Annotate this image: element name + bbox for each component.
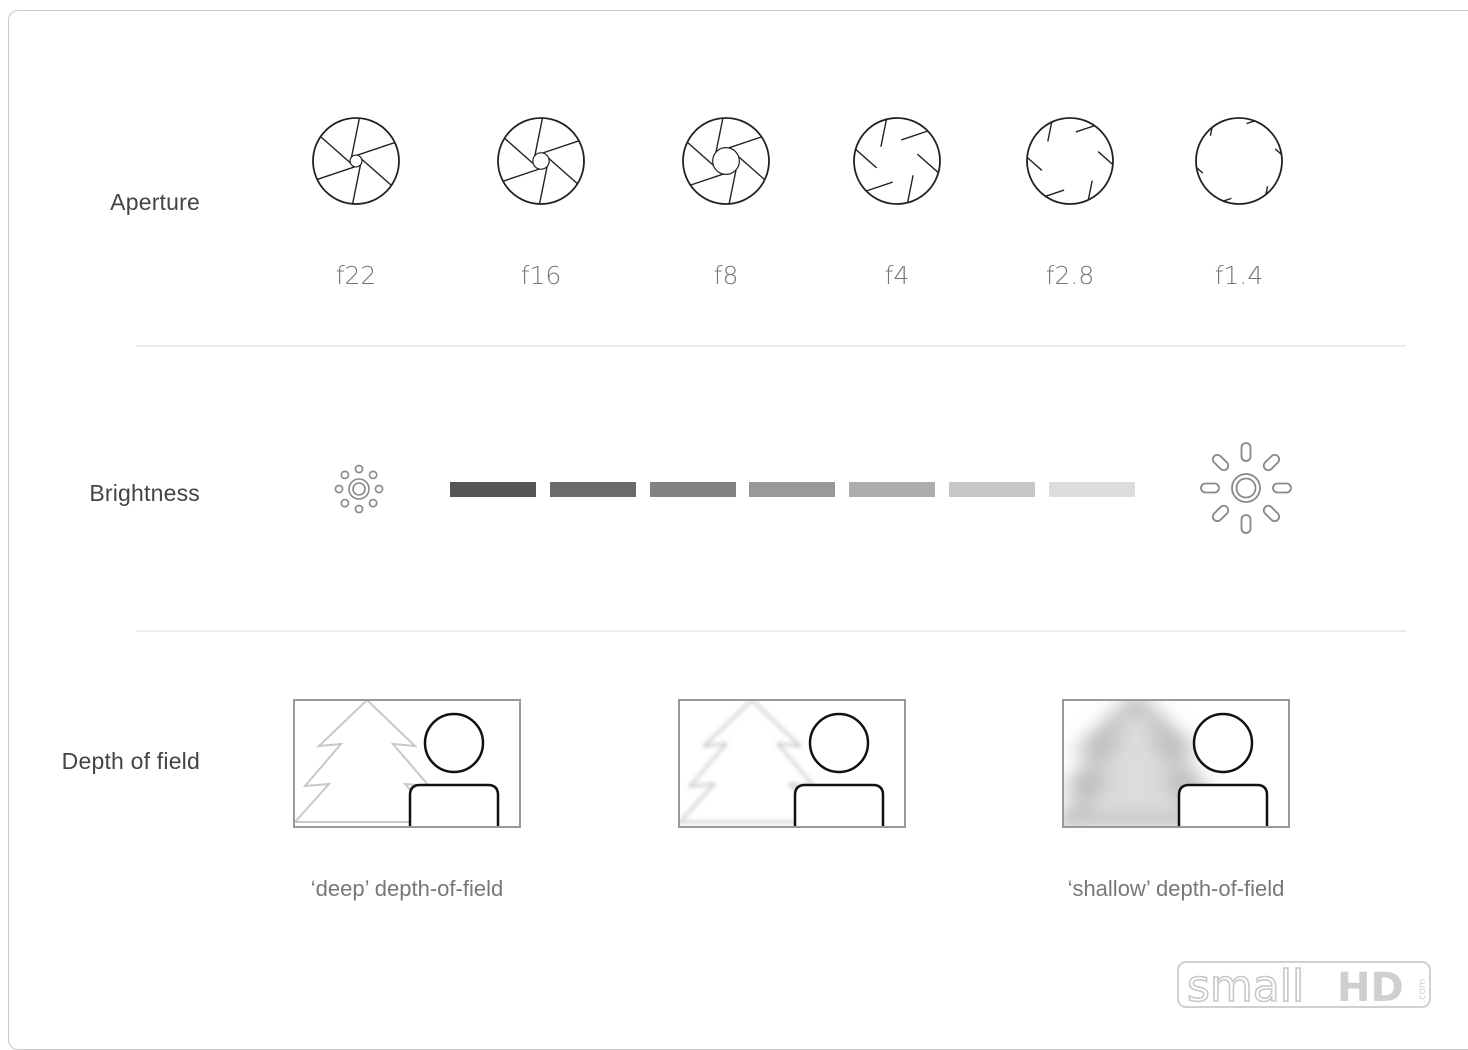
- aperture-icon-f8: [682, 117, 770, 205]
- fstop-label: f1.4: [1214, 261, 1264, 290]
- fstop-label: f16: [520, 261, 562, 290]
- logo-text-small: small: [1187, 961, 1304, 1012]
- aperture-icon-f4: [853, 117, 941, 205]
- brightness-step: [1048, 482, 1135, 497]
- dim-sun-icon: [334, 464, 384, 514]
- brightness-step: [849, 482, 936, 497]
- brightness-step: [649, 482, 736, 497]
- aperture-icon-f2.8: [1026, 117, 1114, 205]
- logo-text-com: .com: [1417, 978, 1428, 1003]
- brightness-step: [549, 482, 636, 497]
- person-body-icon: [1177, 783, 1269, 827]
- divider-1: [136, 345, 1406, 347]
- divider-2: [136, 630, 1406, 632]
- person-head-icon: [1192, 712, 1254, 774]
- dof-scene-2: [678, 699, 906, 828]
- smallhd-logo: small HD .com: [1177, 960, 1431, 1013]
- fstop-label: f22: [335, 261, 377, 290]
- logo-text-hd: HD: [1337, 965, 1404, 1011]
- dof-caption-shallow: ‘shallow’ depth-of-field: [1067, 876, 1285, 901]
- person-body-icon: [408, 783, 500, 827]
- person-head-icon: [808, 712, 870, 774]
- dof-caption-deep: ‘deep’ depth-of-field: [310, 876, 504, 901]
- aperture-icons: [312, 117, 1283, 205]
- aperture-icon-f22: [312, 117, 400, 205]
- depth-of-field-scenes: [293, 699, 1290, 828]
- brightness-label: Brightness: [89, 480, 200, 506]
- brightness-step: [749, 482, 836, 497]
- fstop-label: f4: [884, 261, 910, 290]
- fstop-label: f8: [713, 261, 739, 290]
- fstop-label: f2.8: [1045, 261, 1095, 290]
- brightness-step: [949, 482, 1035, 497]
- dof-scene-3: [1062, 699, 1290, 828]
- aperture-icon-f16: [497, 117, 585, 205]
- person-head-icon: [423, 712, 485, 774]
- aperture-icon-f1.4: [1195, 117, 1283, 205]
- dof-scene-1: [293, 699, 521, 828]
- bright-sun-icon: [1200, 442, 1292, 534]
- person-body-icon: [793, 783, 885, 827]
- brightness-step: [450, 482, 536, 497]
